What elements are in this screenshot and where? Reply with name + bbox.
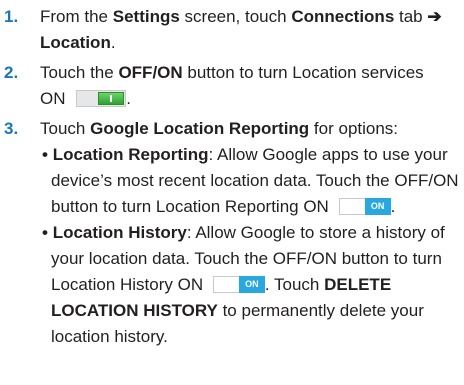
location-reporting-term: Location Reporting: [52, 145, 209, 164]
text: . Touch: [264, 275, 325, 294]
text: screen, touch: [179, 7, 292, 26]
bullet-dot: •: [42, 223, 48, 242]
arrow-icon: ➔: [427, 7, 442, 26]
instruction-page: 1. From the Settings screen, touch Conne…: [0, 0, 464, 385]
step-text: From the Settings screen, touch Connecti…: [40, 4, 458, 56]
text: to permanently delete your: [217, 301, 424, 320]
step-number: 3.: [4, 119, 19, 138]
text: Location History ON: [51, 275, 204, 294]
location-history-caps-term: LOCATION HISTORY: [51, 301, 218, 320]
text: .: [110, 33, 116, 52]
period: .: [126, 89, 131, 108]
text: Touch the: [40, 63, 119, 82]
text: : Allow Google apps to use your: [208, 145, 448, 164]
text: device’s most recent location data. Touc…: [51, 171, 459, 190]
step-number: 2.: [4, 63, 19, 82]
step-text: Touch Google Location Reporting for opti…: [40, 116, 458, 142]
offon-term: OFF/ON: [118, 63, 183, 82]
toggle-on-label: ON: [364, 198, 391, 215]
text: button to turn Location Reporting ON: [51, 197, 329, 216]
text: From the: [40, 7, 113, 26]
bullet-location-reporting: • Location Reporting: Allow Google apps …: [42, 142, 460, 220]
toggle-knob: [98, 92, 125, 105]
text: tab: [394, 7, 428, 26]
text: your location data. Touch the OFF/ON but…: [51, 249, 442, 268]
delete-term: DELETE: [324, 275, 392, 294]
text: button to turn Location services: [182, 63, 424, 82]
text: for options:: [309, 119, 399, 138]
green-toggle-on-icon: [76, 90, 127, 107]
toggle-on-label: ON: [238, 276, 265, 293]
text: : Allow Google to store a history of: [186, 223, 445, 242]
settings-term: Settings: [112, 7, 180, 26]
bullet-dot: •: [42, 145, 48, 164]
blue-toggle-on-icon: ON: [212, 276, 265, 293]
blue-toggle-on-icon: ON: [338, 198, 391, 215]
text: ON: [40, 89, 66, 108]
step-text: Touch the OFF/ON button to turn Location…: [40, 60, 458, 112]
location-term: Location: [40, 33, 111, 52]
text: Touch: [40, 119, 91, 138]
google-location-reporting-term: Google Location Reporting: [90, 119, 310, 138]
period: .: [390, 197, 396, 216]
step-number: 1.: [4, 7, 19, 26]
bullet-location-history: • Location History: Allow Google to stor…: [42, 220, 460, 350]
text: location history.: [51, 327, 168, 346]
location-history-term: Location History: [52, 223, 187, 242]
connections-term: Connections: [291, 7, 395, 26]
